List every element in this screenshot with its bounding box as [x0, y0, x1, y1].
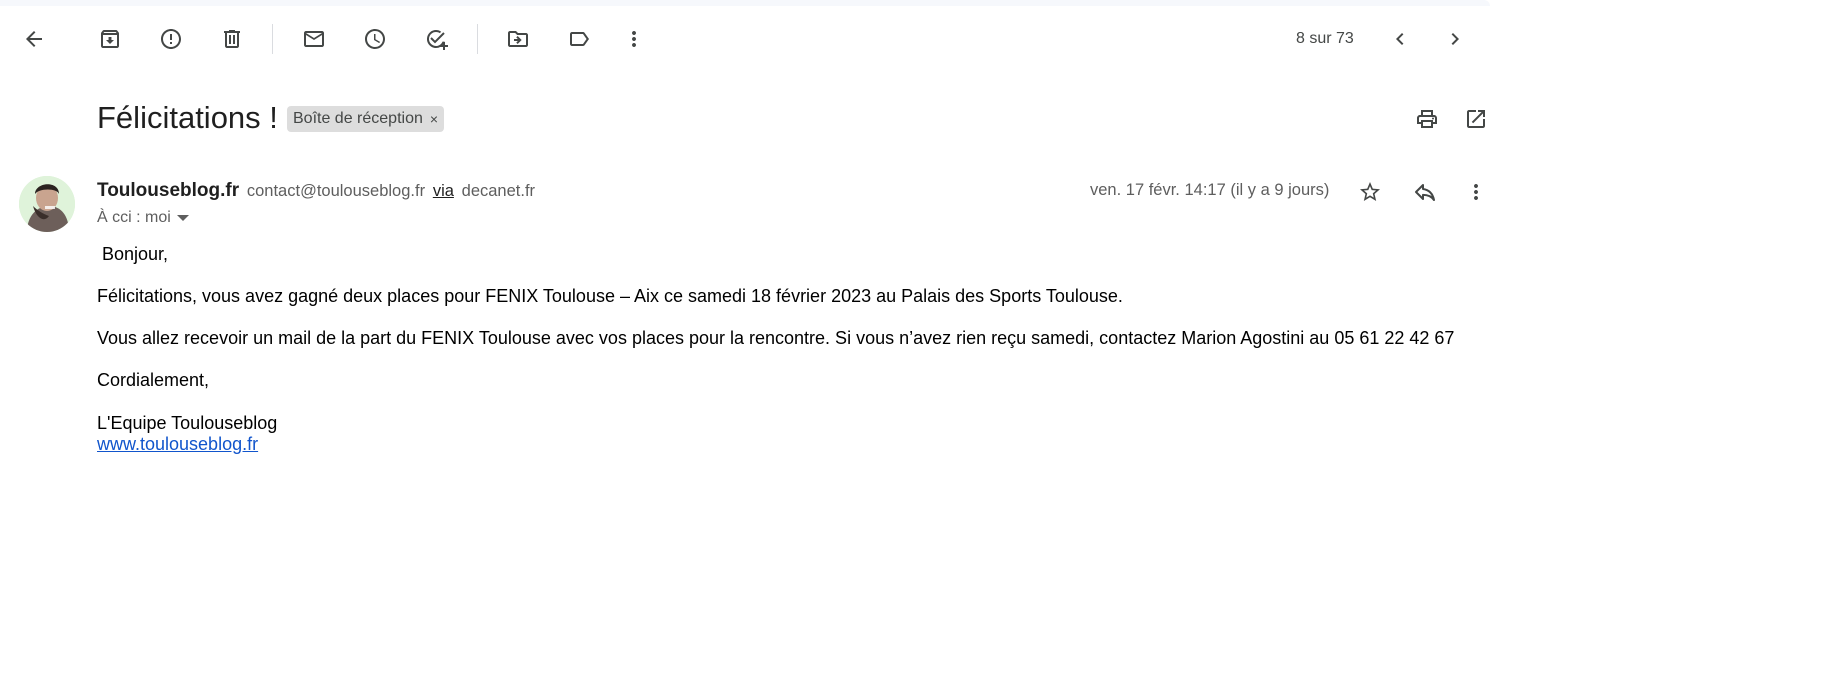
caret-down-icon	[176, 215, 189, 221]
move-to-button[interactable]	[498, 19, 538, 59]
delete-button[interactable]	[212, 19, 252, 59]
message-panel: 8 sur 73 Félicitations ! Boîte de récept…	[0, 0, 1490, 677]
archive-button[interactable]	[90, 19, 130, 59]
sender-info: Toulouseblog.fr contact@toulouseblog.fr …	[97, 180, 535, 202]
more-actions-button[interactable]	[614, 19, 654, 59]
chevron-left-icon	[1396, 33, 1404, 45]
chevron-right-icon	[1451, 33, 1459, 45]
sender-email: contact@toulouseblog.fr	[246, 182, 426, 200]
delete-icon	[224, 30, 240, 48]
recipients-text: À cci : moi	[97, 209, 171, 226]
print-icon	[1417, 110, 1437, 128]
gmail-message-view: 8 sur 73 Félicitations ! Boîte de récept…	[0, 0, 1827, 677]
star-button[interactable]	[1350, 172, 1390, 212]
more-vert-icon	[1474, 184, 1478, 200]
open-in-new-window-button[interactable]	[1456, 99, 1496, 139]
snooze-button[interactable]	[355, 19, 395, 59]
open-new-window-icon	[1467, 110, 1485, 128]
archive-icon	[101, 30, 119, 48]
label-icon	[570, 32, 589, 46]
back-button[interactable]	[14, 19, 54, 59]
website-link[interactable]: www.toulouseblog.fr	[97, 434, 258, 455]
toolbar-divider	[477, 24, 478, 54]
back-arrow-icon	[26, 31, 42, 47]
toolbar-divider	[272, 24, 273, 54]
reply-button[interactable]	[1405, 172, 1445, 212]
more-message-actions-button[interactable]	[1456, 172, 1496, 212]
mark-unread-icon	[304, 31, 324, 47]
message-date: ven. 17 févr. 14:17 (il y a 9 jours)	[1090, 181, 1330, 199]
report-spam-button[interactable]	[151, 19, 191, 59]
mark-unread-button[interactable]	[294, 19, 334, 59]
body-greeting: Bonjour,	[102, 244, 169, 264]
reply-icon	[1415, 184, 1435, 201]
label-button[interactable]	[559, 19, 599, 59]
pager-count: 8 sur 73	[1296, 30, 1354, 47]
newer-button[interactable]	[1380, 19, 1420, 59]
more-vert-icon	[632, 31, 636, 47]
label-chip-text: Boîte de réception	[293, 110, 423, 127]
add-to-tasks-button[interactable]	[416, 19, 456, 59]
body-paragraph-2: Vous allez recevoir un mail de la part d…	[97, 328, 1455, 348]
remove-label-button[interactable]: ×	[430, 111, 438, 127]
body-closing: Cordialement,	[97, 370, 210, 390]
panel-top-shade	[0, 0, 1490, 6]
print-button[interactable]	[1407, 99, 1447, 139]
message-subject: Félicitations !	[97, 100, 278, 135]
add-to-tasks-icon	[426, 29, 448, 50]
body-signature: L'Equipe Toulouseblog	[97, 413, 278, 433]
via-link[interactable]: via	[433, 182, 454, 200]
via-domain: decanet.fr	[461, 182, 536, 200]
inbox-label-chip: Boîte de réception ×	[287, 106, 445, 132]
snooze-icon	[365, 29, 385, 49]
sender-avatar[interactable]	[19, 176, 75, 232]
move-to-icon	[508, 31, 528, 47]
avatar-image	[19, 176, 75, 232]
body-paragraph-1: Félicitations, vous avez gagné deux plac…	[97, 286, 1123, 306]
star-icon	[1360, 182, 1380, 201]
older-button[interactable]	[1435, 19, 1475, 59]
recipients-toggle[interactable]: À cci : moi	[97, 209, 189, 227]
report-spam-icon	[161, 29, 181, 49]
sender-name[interactable]: Toulouseblog.fr	[97, 180, 239, 201]
